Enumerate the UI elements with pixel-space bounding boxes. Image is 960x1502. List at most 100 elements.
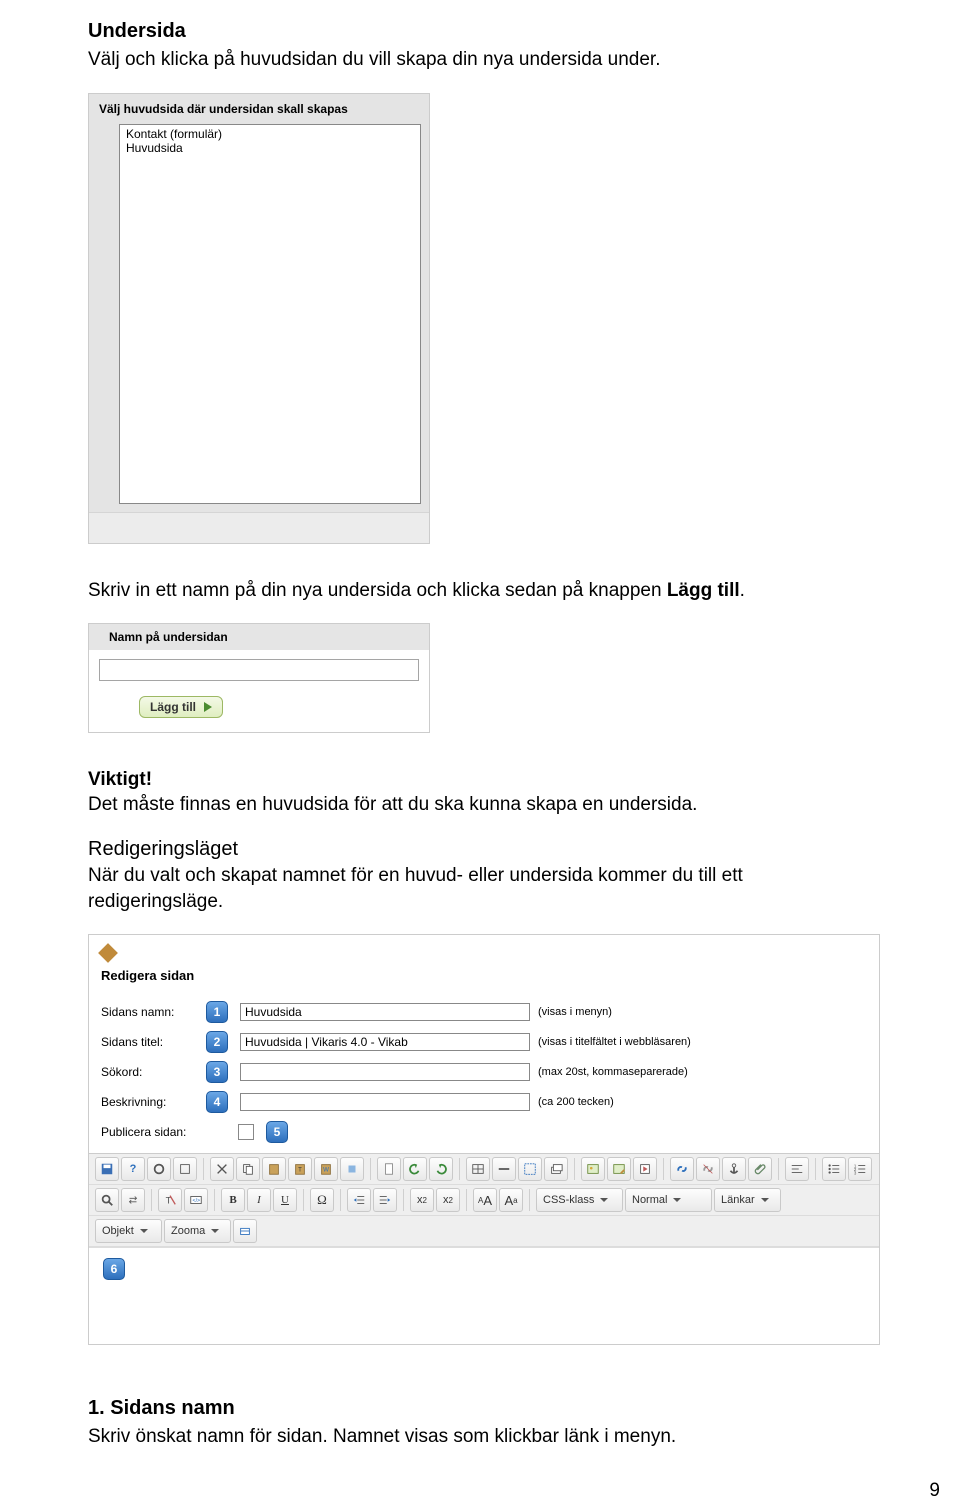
page-title-input[interactable] (240, 1033, 530, 1051)
field-row-name: Sidans namn: 1 (visas i menyn) (101, 997, 869, 1027)
cut-icon[interactable] (210, 1157, 234, 1181)
unlink-icon[interactable] (696, 1157, 720, 1181)
bold-button[interactable]: B (221, 1188, 245, 1212)
italic-button[interactable]: I (247, 1188, 271, 1212)
save-icon[interactable] (95, 1157, 119, 1181)
link-icon[interactable] (670, 1157, 694, 1181)
undo-icon[interactable] (403, 1157, 427, 1181)
expand-icon[interactable] (518, 1157, 542, 1181)
badge-3: 3 (206, 1061, 228, 1083)
keywords-input[interactable] (240, 1063, 530, 1081)
editor-heading: Redigera sidan (101, 960, 869, 997)
tool-icon[interactable] (173, 1157, 197, 1181)
field-hint: (visas i menyn) (538, 1006, 612, 1018)
underline-button[interactable]: U (273, 1188, 297, 1212)
image-edit-icon[interactable] (607, 1157, 631, 1181)
field-label: Beskrivning: (101, 1095, 206, 1109)
anchor-icon[interactable] (722, 1157, 746, 1181)
outdent-icon[interactable] (347, 1188, 371, 1212)
separator (340, 1189, 341, 1211)
name-panel: Namn på undersidan Lägg till (88, 623, 430, 733)
table-icon[interactable] (466, 1157, 490, 1181)
omega-icon[interactable]: Ω (310, 1188, 334, 1212)
help-icon[interactable]: ? (121, 1157, 145, 1181)
editor-toolbar: ? T W (89, 1153, 879, 1247)
separator (370, 1158, 371, 1180)
item1-text: Skriv önskat namn för sidan. Namnet visa… (88, 1424, 880, 1450)
editor-canvas[interactable]: 6 (89, 1247, 879, 1344)
image-icon[interactable] (581, 1157, 605, 1181)
list-item[interactable]: Huvudsida (124, 141, 416, 155)
number-list-icon[interactable]: 123 (848, 1157, 872, 1181)
field-hint: (ca 200 tecken) (538, 1096, 614, 1108)
tool-icon[interactable] (147, 1157, 171, 1181)
bullet-list-icon[interactable] (822, 1157, 846, 1181)
description-input[interactable] (240, 1093, 530, 1111)
hr-icon[interactable] (492, 1157, 516, 1181)
separator (815, 1158, 816, 1180)
separator (203, 1158, 204, 1180)
tool-icon[interactable] (340, 1157, 364, 1181)
important-label: Viktigt! (88, 769, 152, 790)
edit-mode-text: När du valt och skapat namnet för en huv… (88, 865, 743, 912)
separator (574, 1158, 575, 1180)
text-case-icon[interactable]: AA (473, 1188, 497, 1212)
field-hint: (max 20st, kommaseparerade) (538, 1066, 688, 1078)
format-dropdown[interactable]: Normal (625, 1188, 712, 1212)
list-item[interactable]: Kontakt (formulär) (124, 127, 416, 141)
chevron-down-icon (211, 1229, 219, 1233)
field-label: Sidans titel: (101, 1035, 206, 1049)
separator (403, 1189, 404, 1211)
redo-icon[interactable] (429, 1157, 453, 1181)
publish-checkbox[interactable] (238, 1124, 254, 1140)
add-button[interactable]: Lägg till (139, 696, 223, 718)
page-listbox[interactable]: Kontakt (formulär) Huvudsida (119, 124, 421, 504)
remove-format-icon[interactable]: T (158, 1188, 182, 1212)
zoom-dropdown[interactable]: Zooma (164, 1219, 231, 1243)
tool-icon[interactable] (233, 1219, 257, 1243)
subscript-button[interactable]: x2 (436, 1188, 460, 1212)
paste-plain-icon[interactable]: T (288, 1157, 312, 1181)
chevron-down-icon (600, 1198, 608, 1202)
svg-text:3: 3 (854, 1170, 857, 1175)
page-name-input[interactable] (240, 1003, 530, 1021)
add-button-label: Lägg till (150, 700, 196, 714)
links-dropdown[interactable]: Länkar (714, 1188, 781, 1212)
separator (529, 1189, 530, 1211)
badge-4: 4 (206, 1091, 228, 1113)
paste-word-icon[interactable]: W (314, 1157, 338, 1181)
important-text: Det måste finnas en huvudsida för att du… (88, 794, 697, 815)
svg-text:T: T (298, 1167, 302, 1174)
field-label: Sökord: (101, 1065, 206, 1079)
svg-text:</>: </> (193, 1198, 201, 1204)
attachment-icon[interactable] (748, 1157, 772, 1181)
separator (214, 1189, 215, 1211)
badge-6: 6 (103, 1258, 125, 1280)
text-case-icon[interactable]: Aa (499, 1188, 523, 1212)
separator (459, 1158, 460, 1180)
superscript-button[interactable]: x2 (410, 1188, 434, 1212)
paste-icon[interactable] (262, 1157, 286, 1181)
media-icon[interactable] (633, 1157, 657, 1181)
align-left-icon[interactable] (785, 1157, 809, 1181)
copy-icon[interactable] (236, 1157, 260, 1181)
field-row-description: Beskrivning: 4 (ca 200 tecken) (101, 1087, 869, 1117)
object-dropdown[interactable]: Objekt (95, 1219, 162, 1243)
new-doc-icon[interactable] (377, 1157, 401, 1181)
replace-icon[interactable] (121, 1188, 145, 1212)
indent-icon[interactable] (373, 1188, 397, 1212)
find-icon[interactable] (95, 1188, 119, 1212)
heading-undersida: Undersida (88, 20, 880, 43)
field-row-publish: Publicera sidan: 5 (101, 1117, 869, 1147)
panel-footer (89, 512, 429, 543)
field-row-keywords: Sökord: 3 (max 20st, kommaseparerade) (101, 1057, 869, 1087)
chevron-down-icon (761, 1198, 769, 1202)
field-label: Sidans namn: (101, 1005, 206, 1019)
code-icon[interactable]: </> (184, 1188, 208, 1212)
editor-panel: Redigera sidan Sidans namn: 1 (visas i m… (88, 934, 880, 1345)
subpage-name-input[interactable] (99, 659, 419, 681)
css-class-dropdown[interactable]: CSS-klass (536, 1188, 623, 1212)
intro-text: Välj och klicka på huvudsidan du vill sk… (88, 47, 880, 73)
separator (466, 1189, 467, 1211)
layers-icon[interactable] (544, 1157, 568, 1181)
